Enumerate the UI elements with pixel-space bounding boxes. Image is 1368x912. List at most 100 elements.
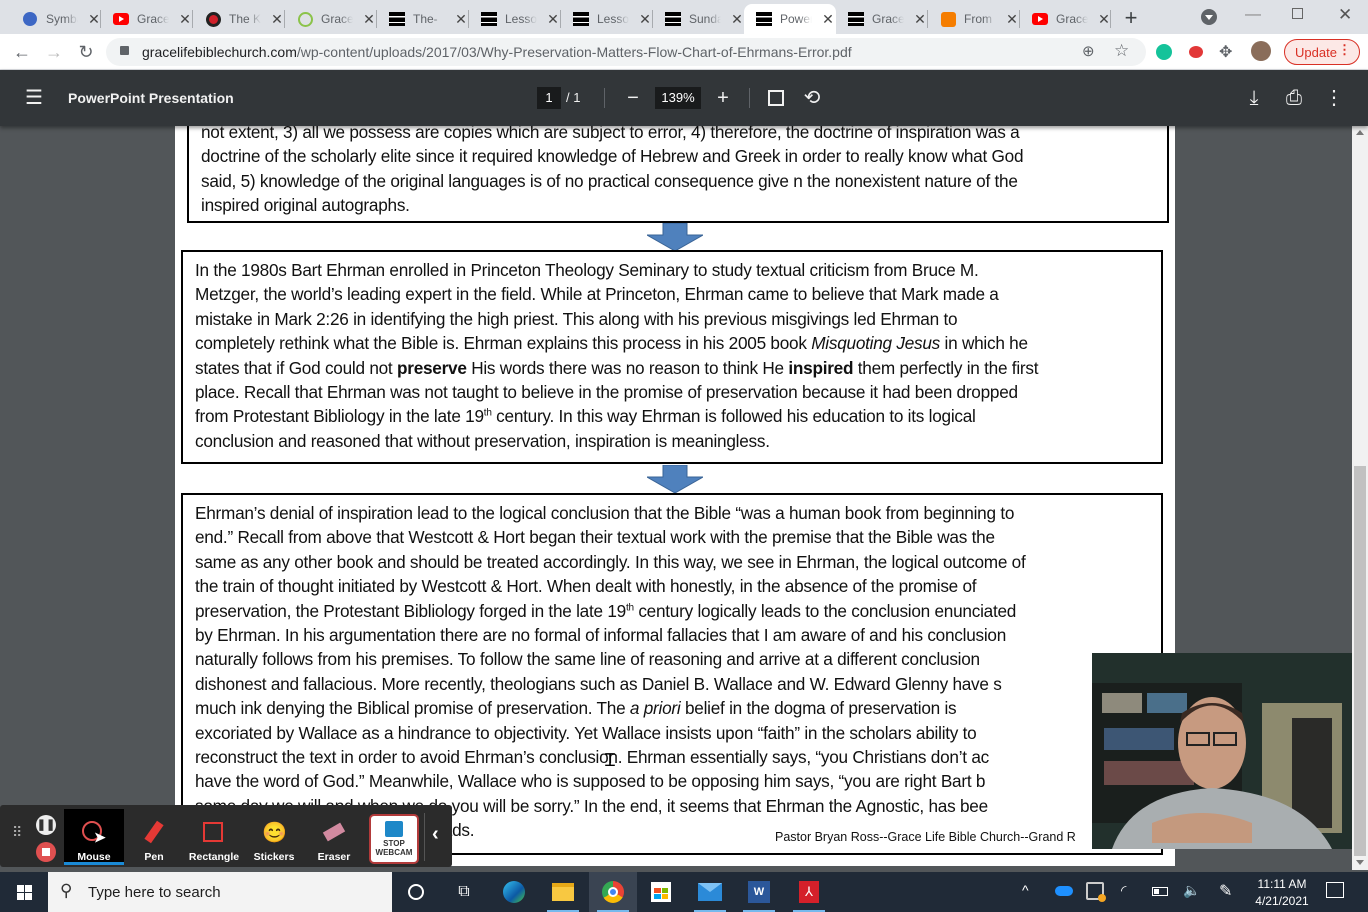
- bookmark-star-icon[interactable]: ☆: [1114, 41, 1129, 61]
- print-icon[interactable]: ⎙: [1282, 86, 1306, 110]
- close-tab-icon[interactable]: ✕: [361, 11, 377, 28]
- close-window-button[interactable]: ✕: [1338, 5, 1352, 25]
- close-tab-icon[interactable]: ✕: [453, 11, 469, 28]
- address-bar[interactable]: gracelifebiblechurch.com/wp-content/uplo…: [106, 38, 1146, 66]
- tab-grace-youtube[interactable]: Grace ✕: [1020, 4, 1112, 34]
- book-title: Misquoting Jesus: [811, 333, 941, 354]
- tab-the-kjv[interactable]: The KJV ✕: [193, 4, 285, 34]
- chrome-taskbar-icon[interactable]: [589, 872, 637, 912]
- tool-rectangle[interactable]: Rectangle: [184, 809, 244, 865]
- onedrive-icon[interactable]: [1055, 886, 1073, 896]
- italic-term: a priori: [629, 698, 681, 719]
- wifi-icon[interactable]: ◜: [1121, 882, 1126, 899]
- tab-powerpoint-active[interactable]: PowerPoint ✕: [744, 4, 836, 34]
- webcam-overlay[interactable]: [1092, 653, 1352, 849]
- flow-arrow-down-icon: [647, 223, 703, 251]
- forward-button[interactable]: →: [43, 42, 65, 62]
- microsoft-store-taskbar-icon[interactable]: [637, 872, 685, 912]
- tab-sunday[interactable]: Sunday ✕: [653, 4, 745, 34]
- close-tab-icon[interactable]: ✕: [177, 11, 193, 28]
- close-tab-icon[interactable]: ✕: [820, 11, 836, 28]
- tab-grace-life-youtube[interactable]: Grace Life ✕: [101, 4, 193, 34]
- zoom-level-input[interactable]: 139%: [655, 87, 701, 109]
- collapse-chevron-icon[interactable]: ‹: [432, 823, 439, 846]
- tab-grace-doc[interactable]: Grace ✕: [836, 4, 928, 34]
- acrobat-taskbar-icon[interactable]: ⅄: [785, 872, 833, 912]
- recorder-extension-icon[interactable]: [1189, 46, 1203, 58]
- action-center-notifications-icon[interactable]: [1326, 882, 1344, 898]
- task-view-button[interactable]: ⧉: [440, 872, 488, 912]
- stop-webcam-button[interactable]: STOP WEBCAM: [369, 814, 419, 864]
- close-tab-icon[interactable]: ✕: [269, 11, 285, 28]
- system-clock[interactable]: 11:11 AM 4/21/2021: [1250, 876, 1314, 910]
- tool-eraser[interactable]: Eraser: [304, 809, 364, 865]
- zoom-out-button[interactable]: −: [621, 86, 645, 110]
- tab-title: Lessons: [597, 12, 629, 26]
- file-explorer-taskbar-icon[interactable]: [539, 872, 587, 912]
- minimize-button[interactable]: —: [1245, 6, 1261, 24]
- clock-date: 4/21/2021: [1255, 894, 1309, 908]
- pause-button[interactable]: ❚❚: [36, 815, 56, 835]
- tool-pen[interactable]: Pen: [124, 809, 184, 865]
- tab-lessons-1[interactable]: Lessons ✕: [469, 4, 561, 34]
- meet-now-icon[interactable]: [1086, 882, 1106, 902]
- page-number-input[interactable]: 1: [537, 87, 561, 109]
- browser-tab-strip: Symbaloo ✕ Grace Life ✕ The KJV ✕ Grace …: [0, 0, 1368, 34]
- volume-icon[interactable]: 🔈: [1183, 882, 1200, 899]
- windows-start-button[interactable]: [0, 872, 48, 912]
- pen-workspace-icon[interactable]: ✎: [1219, 881, 1232, 901]
- rectangle-icon: [202, 821, 226, 845]
- fit-page-icon[interactable]: [764, 86, 788, 110]
- battery-icon[interactable]: [1152, 887, 1168, 896]
- extensions-puzzle-icon[interactable]: ✥: [1219, 42, 1232, 62]
- scroll-up-arrow-icon[interactable]: [1356, 130, 1364, 135]
- author-credit: Pastor Bryan Ross--Grace Life Bible Chur…: [775, 830, 1076, 844]
- scrollbar-thumb[interactable]: [1354, 466, 1366, 856]
- tab-lessons-2[interactable]: Lessons ✕: [561, 4, 653, 34]
- drag-handle-icon[interactable]: ⠿: [12, 825, 23, 839]
- update-button[interactable]: Update ⋮: [1284, 39, 1360, 65]
- more-options-icon[interactable]: ⋮: [1322, 86, 1346, 110]
- download-icon[interactable]: ⤓: [1242, 86, 1266, 110]
- reload-button[interactable]: ↻: [75, 42, 97, 62]
- url-text[interactable]: gracelifebiblechurch.com/wp-content/uplo…: [142, 44, 852, 60]
- back-button[interactable]: ←: [11, 42, 33, 62]
- tab-search-icon[interactable]: [1201, 9, 1217, 25]
- taskbar-search-box[interactable]: ⚲ Type here to search: [48, 872, 392, 912]
- tab-symbaloo[interactable]: Symbaloo ✕: [10, 4, 102, 34]
- restore-button[interactable]: [1292, 8, 1303, 19]
- text-span: century. In this way Ehrman is followed …: [491, 406, 976, 427]
- close-tab-icon[interactable]: ✕: [545, 11, 561, 28]
- profile-avatar[interactable]: [1251, 41, 1271, 61]
- close-tab-icon[interactable]: ✕: [729, 11, 745, 28]
- flow-box-2: In the 1980s Bart Ehrman enrolled in Pri…: [181, 250, 1163, 464]
- tab-grace-rumble[interactable]: Grace ✕: [285, 4, 377, 34]
- tab-the-doc[interactable]: The- ✕: [377, 4, 469, 34]
- rotate-icon[interactable]: ⟲: [800, 86, 824, 110]
- text-cursor-icon: Ɪ: [605, 750, 616, 770]
- browser-toolbar: ← → ↻ gracelifebiblechurch.com/wp-conten…: [0, 34, 1368, 70]
- cortana-circle-icon: [408, 884, 424, 900]
- word-taskbar-icon[interactable]: W: [735, 872, 783, 912]
- hamburger-menu-icon[interactable]: ☰: [22, 86, 46, 110]
- new-tab-button[interactable]: +: [1120, 5, 1142, 31]
- mail-taskbar-icon[interactable]: [686, 872, 734, 912]
- tab-from-blogger[interactable]: From ✕: [928, 4, 1020, 34]
- cortana-button[interactable]: [392, 872, 440, 912]
- close-tab-icon[interactable]: ✕: [912, 11, 928, 28]
- tool-stickers[interactable]: 😊 Stickers: [244, 809, 304, 865]
- zoom-in-button[interactable]: +: [711, 86, 735, 110]
- close-tab-icon[interactable]: ✕: [1004, 11, 1020, 28]
- tool-label: Eraser: [317, 851, 351, 863]
- document-bars-icon: [389, 11, 405, 27]
- show-hidden-icons-chevron[interactable]: ^: [1022, 882, 1029, 898]
- vertical-scrollbar[interactable]: [1352, 126, 1368, 870]
- grammarly-extension-icon[interactable]: [1156, 44, 1172, 60]
- tool-mouse[interactable]: ➤ Mouse: [64, 809, 124, 865]
- zoom-magnifier-icon[interactable]: ⊕: [1082, 42, 1095, 60]
- scroll-down-arrow-icon[interactable]: [1356, 860, 1364, 865]
- stop-recording-button[interactable]: [36, 842, 56, 862]
- close-tab-icon[interactable]: ✕: [637, 11, 653, 28]
- text-line: much ink denying the Biblical promise of…: [195, 696, 1149, 720]
- edge-taskbar-icon[interactable]: [490, 872, 538, 912]
